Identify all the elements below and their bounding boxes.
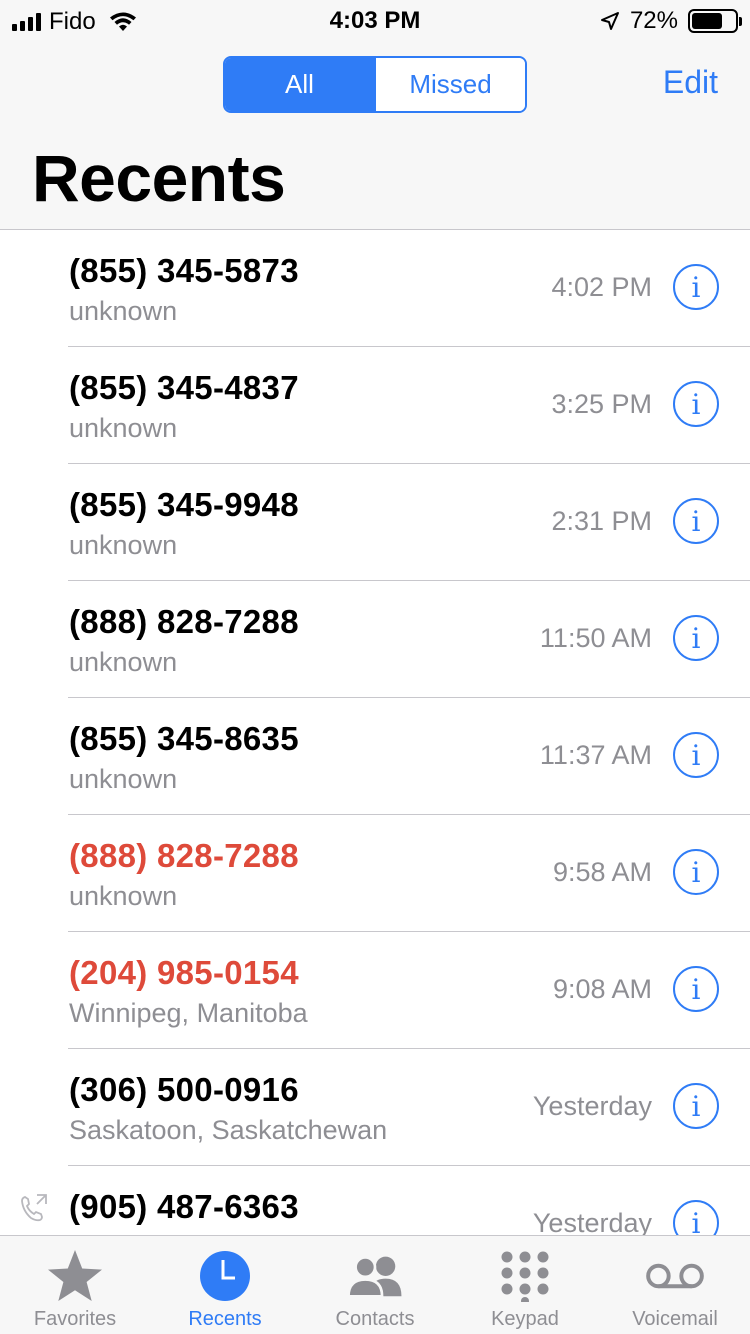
tab-label-keypad: Keypad bbox=[491, 1308, 559, 1330]
call-row[interactable]: (888) 828-7288 unknown 9:58 AM i bbox=[0, 815, 750, 932]
info-icon[interactable]: i bbox=[673, 1083, 719, 1129]
call-subtitle: unknown bbox=[69, 413, 178, 443]
call-row[interactable]: (855) 345-9948 unknown 2:31 PM i bbox=[0, 464, 750, 581]
contacts-icon bbox=[345, 1246, 405, 1306]
tab-voicemail[interactable]: Voicemail bbox=[600, 1236, 750, 1334]
header: Fido 4:03 PM 72% All Missed Edit Recents bbox=[0, 0, 750, 230]
battery-fill bbox=[692, 13, 723, 29]
info-icon[interactable]: i bbox=[673, 732, 719, 778]
tab-label-favorites: Favorites bbox=[33, 1308, 117, 1330]
tab-label-voicemail: Voicemail bbox=[632, 1308, 718, 1330]
call-row[interactable]: (888) 828-7288 unknown 11:50 AM i bbox=[0, 581, 750, 698]
call-row[interactable]: (204) 985-0154 Winnipeg, Manitoba 9:08 AM i bbox=[0, 932, 750, 1049]
call-number: (888) 828-7288 bbox=[69, 603, 299, 640]
call-filter-segmented-control: All Missed bbox=[223, 56, 527, 113]
info-icon[interactable]: i bbox=[673, 498, 719, 544]
call-number: (855) 345-5873 bbox=[69, 252, 299, 289]
tab-label-contacts: Contacts bbox=[335, 1308, 415, 1330]
call-number: (855) 345-9948 bbox=[69, 486, 299, 523]
segment-missed[interactable]: Missed bbox=[374, 58, 525, 111]
call-number: (855) 345-4837 bbox=[69, 369, 299, 406]
tab-bar: Favorites Recents Contacts Keypad Voicem… bbox=[0, 1235, 750, 1334]
battery-percent: 72% bbox=[629, 7, 678, 34]
call-time: 9:58 AM bbox=[552, 857, 652, 887]
info-icon[interactable]: i bbox=[673, 381, 719, 427]
call-time: 2:31 PM bbox=[551, 506, 652, 536]
call-subtitle: unknown bbox=[69, 881, 178, 911]
call-time: Yesterday bbox=[532, 1208, 652, 1235]
call-row[interactable]: (855) 345-5873 unknown 4:02 PM i bbox=[0, 230, 750, 347]
call-number: (888) 828-7288 bbox=[69, 837, 299, 874]
status-bar: Fido 4:03 PM 72% bbox=[0, 0, 750, 40]
info-icon[interactable]: i bbox=[673, 1200, 719, 1235]
call-subtitle: unknown bbox=[69, 296, 178, 326]
call-time: 11:50 AM bbox=[539, 623, 652, 653]
tab-keypad[interactable]: Keypad bbox=[450, 1236, 600, 1334]
tab-label-recents: Recents bbox=[188, 1308, 262, 1330]
location-arrow-icon bbox=[600, 12, 619, 30]
call-number: (306) 500-0916 bbox=[69, 1071, 299, 1108]
call-row[interactable]: (855) 345-8635 unknown 11:37 AM i bbox=[0, 698, 750, 815]
outgoing-call-icon bbox=[21, 1194, 47, 1222]
call-number: (905) 487-6363 bbox=[69, 1188, 299, 1225]
call-subtitle: Saskatoon, Saskatchewan bbox=[69, 1115, 388, 1145]
status-right: 72% bbox=[600, 7, 742, 35]
call-time: 3:25 PM bbox=[551, 389, 652, 419]
recents-list[interactable]: (855) 345-5873 unknown 4:02 PM i (855) 345-4… bbox=[0, 230, 750, 1235]
star-icon bbox=[45, 1246, 105, 1306]
tab-favorites[interactable]: Favorites bbox=[0, 1236, 150, 1334]
call-time: 9:08 AM bbox=[552, 974, 652, 1004]
call-time: 4:02 PM bbox=[551, 272, 652, 302]
segment-all[interactable]: All bbox=[225, 58, 374, 111]
call-row[interactable]: (855) 345-4837 unknown 3:25 PM i bbox=[0, 347, 750, 464]
call-subtitle: unknown bbox=[69, 530, 178, 560]
call-time: 11:37 AM bbox=[539, 740, 652, 770]
info-icon[interactable]: i bbox=[673, 615, 719, 661]
call-number: (204) 985-0154 bbox=[69, 954, 299, 991]
call-row[interactable]: (306) 500-0916 Saskatoon, Saskatchewan Yes… bbox=[0, 1049, 750, 1166]
call-subtitle: unknown bbox=[69, 647, 178, 677]
call-time: Yesterday bbox=[532, 1091, 652, 1121]
call-row[interactable]: (905) 487-6363 Yesterday i bbox=[0, 1166, 750, 1235]
tab-recents[interactable]: Recents bbox=[150, 1236, 300, 1334]
tab-contacts[interactable]: Contacts bbox=[300, 1236, 450, 1334]
info-icon[interactable]: i bbox=[673, 966, 719, 1012]
battery-icon bbox=[688, 9, 742, 33]
call-subtitle: unknown bbox=[69, 764, 178, 794]
edit-button[interactable]: Edit bbox=[663, 64, 718, 101]
call-number: (855) 345-8635 bbox=[69, 720, 299, 757]
keypad-icon bbox=[495, 1246, 555, 1306]
voicemail-icon bbox=[645, 1246, 705, 1306]
page-title: Recents bbox=[32, 141, 286, 215]
info-icon[interactable]: i bbox=[673, 849, 719, 895]
clock-icon bbox=[195, 1246, 255, 1306]
info-icon[interactable]: i bbox=[673, 264, 719, 310]
call-subtitle: Winnipeg, Manitoba bbox=[69, 998, 308, 1028]
